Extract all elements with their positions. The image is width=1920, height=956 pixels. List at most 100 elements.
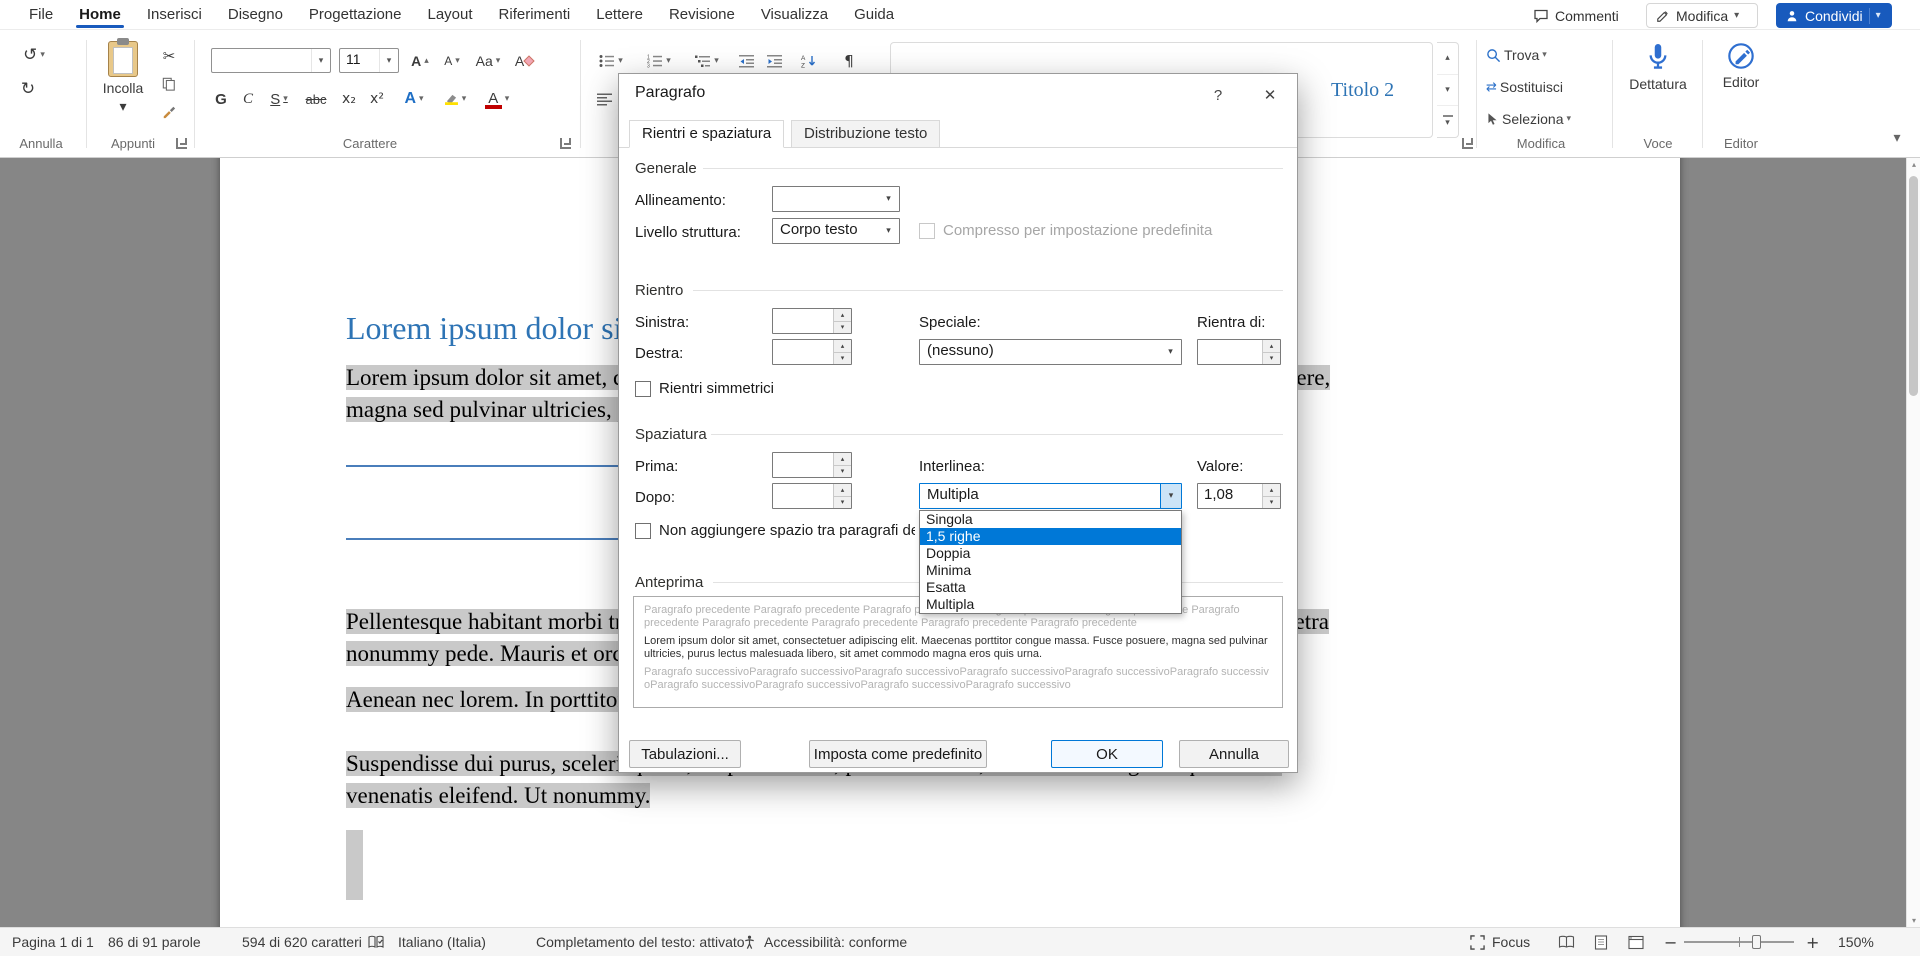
numbering-button[interactable]: 123 ▾: [640, 48, 678, 73]
accessibility-status[interactable]: Accessibilità: conforme: [764, 928, 907, 956]
prima-down-button[interactable]: ▾: [834, 466, 851, 478]
valore-spinner[interactable]: 1,08 ▴▾: [1197, 483, 1281, 509]
option-doppia[interactable]: Doppia: [920, 545, 1181, 562]
clear-formatting-button[interactable]: A: [510, 48, 538, 73]
multilevel-list-button[interactable]: ▾: [688, 48, 726, 73]
rientra-di-up-button[interactable]: ▴: [1263, 340, 1280, 353]
underline-button[interactable]: S▾: [262, 86, 296, 112]
zoom-slider[interactable]: [1684, 941, 1794, 943]
bullets-button[interactable]: ▾: [592, 48, 630, 73]
dopo-down-button[interactable]: ▾: [834, 497, 851, 509]
checkbox-box[interactable]: [635, 523, 651, 539]
option-multipla[interactable]: Multipla: [920, 596, 1181, 613]
tab-revisione[interactable]: Revisione: [656, 0, 748, 30]
speciale-combo[interactable]: (nessuno) ▾: [919, 339, 1182, 365]
document-line[interactable]: venenatis eleifend. Ut nonummy.: [346, 780, 650, 812]
destra-spinner[interactable]: ▴▾: [772, 339, 852, 365]
superscript-button[interactable]: x²: [364, 86, 390, 112]
interlinea-dropdown-button[interactable]: ▾: [1160, 484, 1181, 508]
annulla-button[interactable]: Annulla: [1179, 740, 1289, 768]
grow-font-button[interactable]: A▴: [406, 48, 434, 73]
zoom-slider-thumb[interactable]: [1752, 935, 1761, 949]
option-singola[interactable]: Singola: [920, 511, 1181, 528]
font-name-combo[interactable]: ▾: [211, 48, 331, 73]
option-esatta[interactable]: Esatta: [920, 579, 1181, 596]
option-minima[interactable]: Minima: [920, 562, 1181, 579]
gallery-more-button[interactable]: ▾: [1437, 106, 1458, 137]
tab-layout[interactable]: Layout: [415, 0, 486, 30]
spellcheck-icon[interactable]: [368, 935, 384, 956]
livello-combo[interactable]: Corpo testo ▾: [772, 218, 900, 244]
comments-button[interactable]: Commenti: [1524, 3, 1628, 28]
dopo-spinner[interactable]: ▴▾: [772, 483, 852, 509]
show-formatting-button[interactable]: ¶: [836, 48, 862, 73]
print-layout-button[interactable]: [1594, 935, 1608, 956]
imposta-predefinito-button[interactable]: Imposta come predefinito: [809, 740, 987, 768]
font-dialog-launcher[interactable]: [560, 138, 571, 149]
font-color-button[interactable]: A ▾: [478, 86, 516, 112]
copy-button[interactable]: [156, 72, 182, 96]
font-name-dropdown-button[interactable]: ▾: [311, 49, 330, 72]
replace-button[interactable]: ⇄ Sostituisci: [1486, 74, 1592, 100]
tab-riferimenti[interactable]: Riferimenti: [486, 0, 584, 30]
zoom-level[interactable]: 150%: [1838, 928, 1874, 956]
paste-button[interactable]: Incolla ▾: [96, 36, 150, 130]
vertical-scrollbar[interactable]: ▴ ▾: [1906, 158, 1920, 927]
ok-button[interactable]: OK: [1051, 740, 1163, 768]
document-line[interactable]: nonummy pede. Mauris et orci.: [346, 638, 635, 670]
tab-lettere[interactable]: Lettere: [583, 0, 656, 30]
tab-visualizza[interactable]: Visualizza: [748, 0, 841, 30]
font-size-dropdown-button[interactable]: ▾: [379, 49, 398, 72]
change-case-button[interactable]: Aa▾: [470, 48, 506, 73]
checkbox-box[interactable]: [635, 381, 651, 397]
scroll-down-icon[interactable]: ▾: [1907, 916, 1920, 925]
sinistra-spinner[interactable]: ▴▾: [772, 308, 852, 334]
tab-progettazione[interactable]: Progettazione: [296, 0, 415, 30]
format-painter-button[interactable]: [156, 100, 182, 124]
destra-up-button[interactable]: ▴: [834, 340, 851, 353]
rientra-di-down-button[interactable]: ▾: [1263, 353, 1280, 365]
select-button[interactable]: Seleziona ▾: [1486, 106, 1586, 132]
increase-indent-button[interactable]: [762, 48, 788, 73]
style-item-titolo-2[interactable]: Titolo 2: [1331, 79, 1394, 102]
word-count[interactable]: 86 di 91 parole: [108, 928, 201, 956]
bold-button[interactable]: G: [208, 86, 234, 112]
dialog-tab-rientri[interactable]: Rientri e spaziatura: [629, 120, 784, 148]
rientri-simmetrici-checkbox[interactable]: Rientri simmetrici: [635, 380, 774, 397]
tab-inserisci[interactable]: Inserisci: [134, 0, 215, 30]
tabulazioni-button[interactable]: Tabulazioni...: [629, 740, 741, 768]
italic-button[interactable]: C: [236, 86, 260, 112]
interlinea-combo[interactable]: Multipla ▾: [919, 483, 1182, 509]
text-completion-status[interactable]: Completamento del testo: attivato: [536, 928, 745, 956]
prima-spinner[interactable]: ▴▾: [772, 452, 852, 478]
tab-home[interactable]: Home: [66, 0, 134, 30]
share-button[interactable]: Condividi ▾: [1776, 3, 1892, 28]
valore-up-button[interactable]: ▴: [1263, 484, 1280, 497]
zoom-in-button[interactable]: +: [1806, 928, 1819, 956]
collapse-ribbon-button[interactable]: ▾: [1884, 126, 1910, 150]
livello-dropdown-button[interactable]: ▾: [878, 219, 899, 243]
option-1-5-righe[interactable]: 1,5 righe: [920, 528, 1181, 545]
speciale-dropdown-button[interactable]: ▾: [1160, 340, 1181, 364]
redo-button[interactable]: ↻: [14, 76, 42, 102]
font-size-combo[interactable]: 11 ▾: [339, 48, 399, 73]
shrink-font-button[interactable]: A▾: [438, 48, 466, 73]
page-count[interactable]: Pagina 1 di 1: [12, 928, 94, 956]
dictate-button[interactable]: Dettatura: [1620, 36, 1696, 130]
editor-button[interactable]: Editor: [1708, 36, 1774, 130]
find-button[interactable]: Trova ▾: [1486, 42, 1570, 68]
no-space-checkbox[interactable]: Non aggiungere spazio tra paragrafi dell…: [635, 522, 915, 539]
dialog-help-button[interactable]: ?: [1203, 82, 1233, 108]
dopo-up-button[interactable]: ▴: [834, 484, 851, 497]
tab-disegno[interactable]: Disegno: [215, 0, 296, 30]
zoom-out-button[interactable]: −: [1664, 928, 1677, 956]
focus-button[interactable]: Focus: [1492, 928, 1530, 956]
tab-guida[interactable]: Guida: [841, 0, 907, 30]
gallery-up-button[interactable]: ▴: [1437, 43, 1458, 75]
strikethrough-button[interactable]: abc: [300, 86, 332, 112]
allineamento-dropdown-button[interactable]: ▾: [878, 187, 899, 211]
scroll-up-icon[interactable]: ▴: [1907, 160, 1920, 169]
decrease-indent-button[interactable]: [734, 48, 760, 73]
cut-button[interactable]: ✂: [156, 44, 182, 68]
clipboard-dialog-launcher[interactable]: [176, 138, 187, 149]
